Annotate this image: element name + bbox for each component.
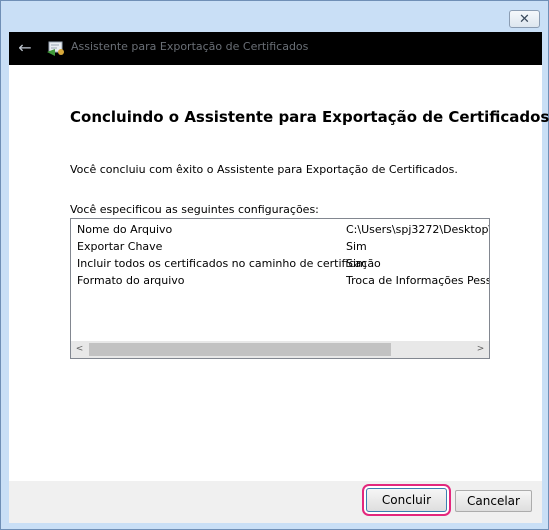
setting-name: Nome do Arquivo (77, 223, 173, 236)
settings-row[interactable]: Incluir todos os certificados no caminho… (71, 255, 489, 272)
page-title: Concluindo o Assistente para Exportação … (70, 108, 549, 126)
setting-name: Incluir todos os certificados no caminho… (77, 257, 381, 270)
certificate-wizard-icon (47, 41, 64, 56)
settings-row[interactable]: Exportar Chave Sim (71, 238, 489, 255)
back-arrow-icon[interactable]: ← (15, 38, 35, 58)
wizard-footer: Concluir Cancelar (9, 481, 542, 523)
setting-name: Exportar Chave (77, 240, 163, 253)
setting-value: Sim (346, 257, 367, 270)
wizard-header: ← Assistente para Exportação de Certific… (9, 32, 542, 65)
scroll-thumb[interactable] (89, 343, 391, 356)
title-bar[interactable]: ✕ (1, 1, 548, 32)
scroll-right-icon[interactable]: > (472, 341, 489, 358)
setting-value: Sim (346, 240, 367, 253)
horizontal-scrollbar[interactable]: < > (71, 341, 489, 358)
wizard-content: Concluindo o Assistente para Exportação … (9, 65, 549, 481)
settings-row[interactable]: Nome do Arquivo C:\Users\spj3272\Desktop… (71, 221, 489, 238)
close-icon: ✕ (519, 11, 530, 27)
setting-name: Formato do arquivo (77, 274, 185, 287)
scroll-left-icon[interactable]: < (71, 341, 88, 358)
setting-value: Troca de Informações Pessoa (346, 274, 489, 287)
success-message: Você concluiu com êxito o Assistente par… (70, 163, 458, 176)
settings-label: Você especificou as seguintes configuraç… (70, 203, 319, 216)
close-button[interactable]: ✕ (509, 10, 540, 28)
setting-value: C:\Users\spj3272\Desktop\ba (346, 223, 489, 236)
header-title: Assistente para Exportação de Certificad… (71, 40, 309, 53)
settings-list[interactable]: Nome do Arquivo C:\Users\spj3272\Desktop… (70, 218, 490, 359)
finish-button[interactable]: Concluir (366, 488, 447, 512)
settings-row[interactable]: Formato do arquivo Troca de Informações … (71, 272, 489, 289)
wizard-window: ✕ ← Assistente para Exportação de Certif… (0, 0, 549, 530)
cancel-button[interactable]: Cancelar (455, 490, 532, 512)
